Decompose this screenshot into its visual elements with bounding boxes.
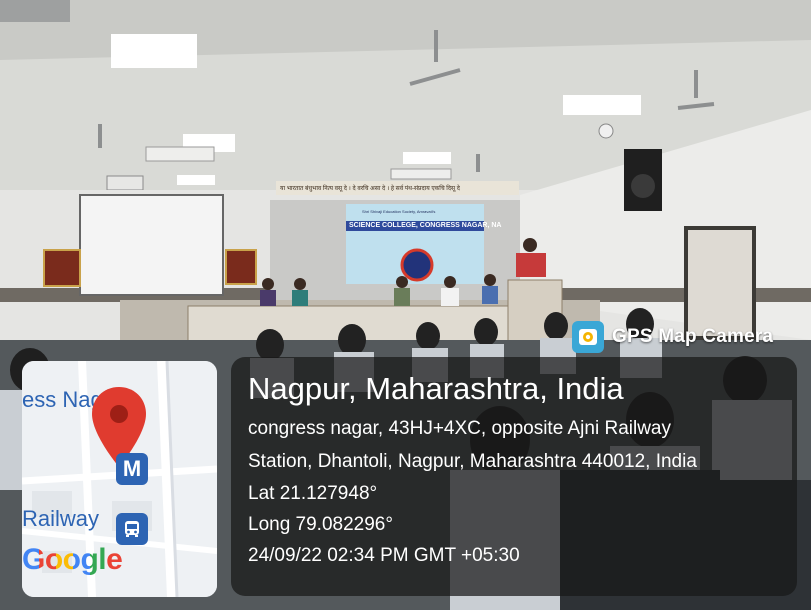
map-label-railway: Railway bbox=[22, 506, 100, 531]
ceiling-light bbox=[111, 34, 197, 68]
portrait-frame bbox=[225, 249, 257, 285]
map-pin-camera-icon bbox=[572, 321, 604, 353]
latitude: Lat 21.127948° bbox=[248, 483, 378, 504]
air-conditioner bbox=[145, 146, 215, 162]
google-logo: Google bbox=[22, 543, 123, 577]
ceiling-light bbox=[403, 152, 451, 164]
ceiling-light bbox=[563, 95, 641, 115]
timestamp: 24/09/22 02:34 PM GMT +05:30 bbox=[248, 545, 520, 566]
air-conditioner bbox=[390, 168, 452, 180]
ceiling-light bbox=[177, 175, 215, 185]
portrait-frame bbox=[43, 249, 81, 287]
geotagged-photo: GPS Map Camera ess Nagar Railway M Googl… bbox=[0, 0, 811, 610]
map-thumbnail: ess Nagar Railway M Google bbox=[22, 361, 217, 597]
projection-screen bbox=[79, 194, 224, 296]
google-logo-text: Google bbox=[22, 543, 123, 576]
loudspeaker-cone bbox=[631, 174, 655, 198]
college-emblem bbox=[400, 248, 434, 282]
metro-icon: M bbox=[116, 453, 148, 485]
banner-top-text: Shri Shivaji Education Society, Amravati… bbox=[362, 209, 436, 214]
longitude: Long 79.082296° bbox=[248, 514, 393, 535]
bus-icon bbox=[116, 513, 148, 545]
banner-college-name: SCIENCE COLLEGE, CONGRESS NAGAR, NA bbox=[349, 222, 502, 229]
motto-strip-text: या भारतात बंधुभाव नित्य वसू दे । दे वरचि… bbox=[280, 186, 460, 192]
ceiling-light bbox=[0, 0, 70, 22]
address-line-1: congress nagar, 43HJ+4XC, opposite Ajni … bbox=[248, 418, 671, 439]
watermark-badge: GPS Map Camera bbox=[572, 321, 773, 353]
location-info-card: Nagpur, Maharashtra, India congress naga… bbox=[231, 357, 797, 596]
location-title: Nagpur, Maharashtra, India bbox=[248, 371, 624, 406]
projector bbox=[106, 175, 144, 191]
watermark-app-name: GPS Map Camera bbox=[612, 326, 774, 347]
cctv-camera bbox=[598, 123, 614, 139]
address-line-2: Station, Dhantoli, Nagpur, Maharashtra 4… bbox=[248, 451, 697, 472]
